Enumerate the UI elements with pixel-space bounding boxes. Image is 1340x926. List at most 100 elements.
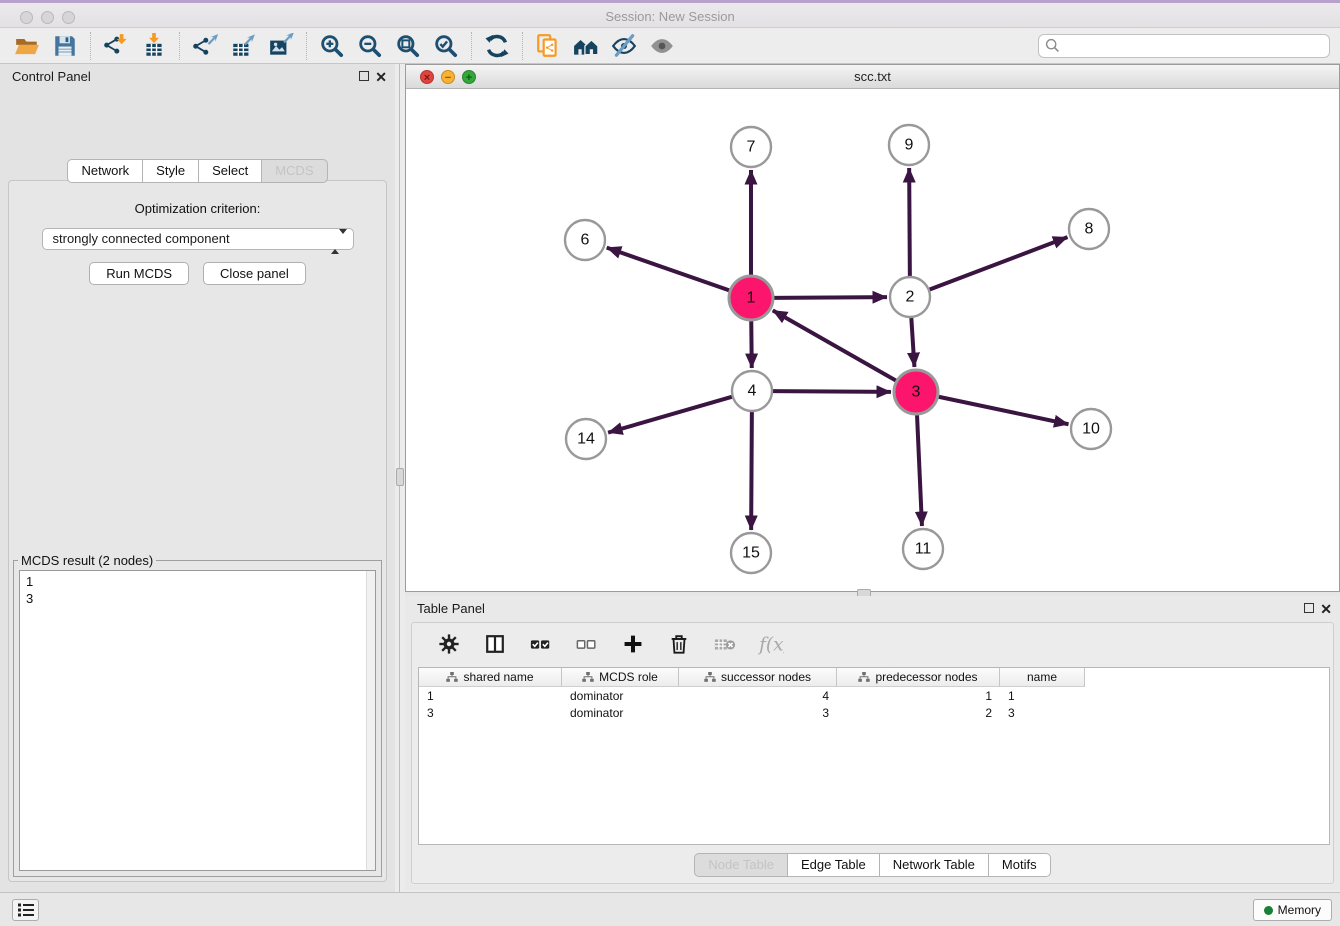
network-file-button[interactable] <box>529 31 567 61</box>
column-header-shared-name[interactable]: shared name <box>419 668 562 687</box>
graph-edge-1-2[interactable] <box>774 297 887 298</box>
svg-text:1: 1 <box>747 290 756 307</box>
export-table-button[interactable] <box>224 31 262 61</box>
tab-style[interactable]: Style <box>143 159 199 183</box>
graph-node-15[interactable]: 15 <box>731 533 771 573</box>
table-row[interactable]: 3dominator323 <box>419 704 1329 721</box>
export-image-icon <box>268 33 294 59</box>
hide-eye-button[interactable] <box>605 31 643 61</box>
graph-edge-4-14[interactable] <box>608 397 732 433</box>
search-input[interactable] <box>1038 34 1330 58</box>
zoom-selected-button[interactable] <box>427 31 465 61</box>
graph-edge-1-6[interactable] <box>607 248 730 291</box>
toolbar-separator <box>306 32 307 60</box>
graph-node-10[interactable]: 10 <box>1071 409 1111 449</box>
table-cell-predecessor-nodes[interactable]: 2 <box>837 706 1000 720</box>
graph-edge-4-3[interactable] <box>773 391 891 392</box>
table-float-panel-icon[interactable] <box>1304 603 1314 613</box>
table-tab-motifs[interactable]: Motifs <box>989 853 1051 877</box>
table-cell-shared-name[interactable]: 3 <box>419 706 562 720</box>
vertical-splitter[interactable] <box>395 64 405 892</box>
table-cell-MCDS-role[interactable]: dominator <box>562 689 679 703</box>
mcds-result-title: MCDS result (2 nodes) <box>18 553 156 568</box>
table-tab-node-table[interactable]: Node Table <box>694 853 788 877</box>
table-cell-successor-nodes[interactable]: 3 <box>679 706 837 720</box>
save-session-button[interactable] <box>46 31 84 61</box>
table-cell-predecessor-nodes[interactable]: 1 <box>837 689 1000 703</box>
task-list-icon <box>17 902 35 918</box>
table-close-panel-icon[interactable]: ✕ <box>1320 600 1332 618</box>
vertical-splitter-grip[interactable] <box>396 468 404 486</box>
zoom-fit-button[interactable] <box>389 31 427 61</box>
column-header-successor-nodes[interactable]: successor nodes <box>679 668 837 687</box>
graph-node-3[interactable]: 3 <box>894 370 938 414</box>
table-cell-successor-nodes[interactable]: 4 <box>679 689 837 703</box>
function-builder-button[interactable]: f(x) <box>758 631 784 657</box>
save-session-icon <box>52 33 78 59</box>
graph-node-9[interactable]: 9 <box>889 125 929 165</box>
open-file-button[interactable] <box>8 31 46 61</box>
houses-button[interactable] <box>567 31 605 61</box>
import-network-button[interactable] <box>97 31 135 61</box>
tab-mcds[interactable]: MCDS <box>262 159 327 183</box>
delete-table-button[interactable] <box>712 631 738 657</box>
select-all-icon <box>530 633 552 655</box>
tab-network[interactable]: Network <box>67 159 143 183</box>
graph-node-8[interactable]: 8 <box>1069 209 1109 249</box>
graph-node-7[interactable]: 7 <box>731 127 771 167</box>
graph-node-11[interactable]: 11 <box>903 529 943 569</box>
table-tab-network-table[interactable]: Network Table <box>880 853 989 877</box>
network-canvas[interactable]: 7 9 6 8 1 2 4 3 14 10 15 11 <box>406 90 1339 591</box>
gear-button[interactable] <box>436 631 462 657</box>
graph-node-4[interactable]: 4 <box>732 371 772 411</box>
graph-edge-1-4[interactable] <box>751 321 752 368</box>
float-panel-icon[interactable] <box>359 71 369 81</box>
delete-row-button[interactable] <box>666 631 692 657</box>
table-cell-shared-name[interactable]: 1 <box>419 689 562 703</box>
network-window-titlebar[interactable]: × − + scc.txt <box>406 65 1339 89</box>
zoom-out-button[interactable] <box>351 31 389 61</box>
graph-node-6[interactable]: 6 <box>565 220 605 260</box>
graph-edge-2-9[interactable] <box>909 168 910 276</box>
columns-button[interactable] <box>482 631 508 657</box>
table-header-row: shared nameMCDS rolesuccessor nodesprede… <box>419 668 1329 687</box>
graph-node-1[interactable]: 1 <box>729 276 773 320</box>
table-cell-name[interactable]: 3 <box>1000 706 1085 720</box>
memory-button[interactable]: Memory <box>1253 899 1332 921</box>
criterion-select[interactable]: strongly connected component <box>42 228 354 250</box>
select-all-button[interactable] <box>528 631 554 657</box>
column-header-predecessor-nodes[interactable]: predecessor nodes <box>837 668 1000 687</box>
graph-edge-3-10[interactable] <box>939 397 1069 424</box>
column-header-MCDS-role[interactable]: MCDS role <box>562 668 679 687</box>
mcds-result-scrollbar[interactable] <box>366 571 375 870</box>
unselect-all-button[interactable] <box>574 631 600 657</box>
application-window: Session: New Session Control Panel ✕ Net… <box>0 0 1340 926</box>
table-row[interactable]: 1dominator411 <box>419 687 1329 704</box>
table-cell-MCDS-role[interactable]: dominator <box>562 706 679 720</box>
column-header-name[interactable]: name <box>1000 668 1085 687</box>
table-cell-name[interactable]: 1 <box>1000 689 1085 703</box>
zoom-in-button[interactable] <box>313 31 351 61</box>
close-panel-icon[interactable]: ✕ <box>375 68 387 86</box>
eye-icon <box>649 33 675 59</box>
graph-edge-3-1[interactable] <box>773 310 896 380</box>
table-tab-edge-table[interactable]: Edge Table <box>788 853 880 877</box>
graph-edge-3-11[interactable] <box>917 415 922 526</box>
graph-edge-2-8[interactable] <box>930 237 1068 289</box>
run-mcds-button[interactable]: Run MCDS <box>89 262 189 285</box>
eye-button[interactable] <box>643 31 681 61</box>
export-image-button[interactable] <box>262 31 300 61</box>
task-history-button[interactable] <box>12 899 39 921</box>
graph-node-14[interactable]: 14 <box>566 419 606 459</box>
graph-node-2[interactable]: 2 <box>890 277 930 317</box>
close-panel-button[interactable]: Close panel <box>203 262 306 285</box>
add-row-button[interactable] <box>620 631 646 657</box>
export-network-button[interactable] <box>186 31 224 61</box>
refresh-layout-button[interactable] <box>478 31 516 61</box>
hide-eye-icon <box>611 33 637 59</box>
import-table-button[interactable] <box>135 31 173 61</box>
tab-select[interactable]: Select <box>199 159 262 183</box>
graph-edge-4-15[interactable] <box>751 412 752 530</box>
graph-edge-2-3[interactable] <box>911 318 914 367</box>
add-row-icon <box>622 633 644 655</box>
